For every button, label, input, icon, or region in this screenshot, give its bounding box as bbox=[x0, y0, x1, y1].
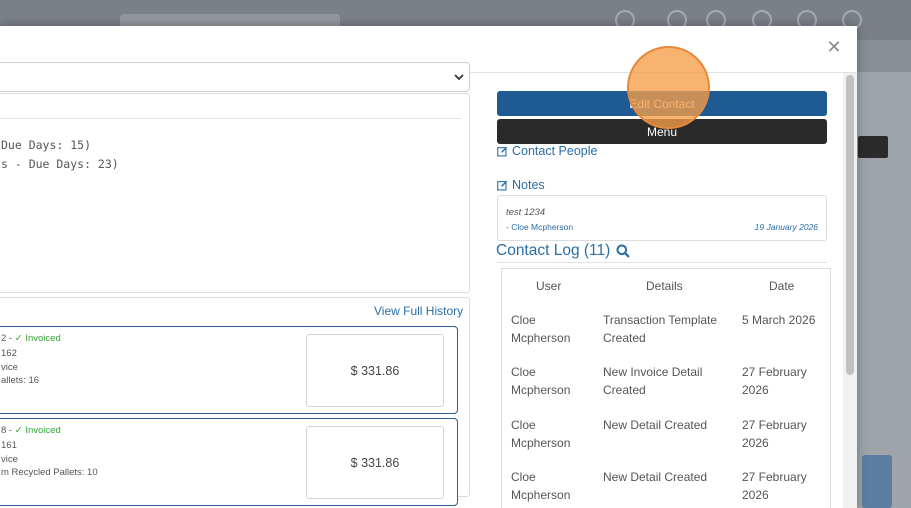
divider bbox=[0, 118, 461, 119]
log-details: New Invoice Detail Created bbox=[603, 365, 703, 397]
invoice-number: 8 - bbox=[1, 425, 15, 436]
invoice-status: 8 - ✓ Invoiced bbox=[1, 425, 61, 436]
menu-button[interactable]: Menu bbox=[497, 119, 827, 144]
term-line: s - Due Days: 23) bbox=[1, 157, 119, 171]
log-user: Cloe Mcpherson bbox=[511, 313, 571, 345]
check-icon: ✓ bbox=[14, 425, 26, 436]
contact-modal: ✕ Due Days: 15) s - Due Days: 23) View F… bbox=[0, 26, 857, 508]
view-full-history-link[interactable]: View Full History bbox=[374, 304, 463, 318]
note-card: test 1234 - Cloe Mcpherson 19 January 20… bbox=[497, 195, 827, 241]
log-user: Cloe Mcpherson bbox=[511, 418, 571, 450]
log-date: 27 February 2026 bbox=[742, 365, 807, 397]
log-date: 27 February 2026 bbox=[742, 418, 807, 450]
log-date: 5 March 2026 bbox=[742, 313, 816, 327]
chevron-down-icon bbox=[454, 74, 464, 81]
terms-panel: Due Days: 15) s - Due Days: 23) bbox=[0, 93, 470, 293]
check-icon: ✓ bbox=[14, 333, 26, 344]
invoice-line: 161 bbox=[1, 440, 17, 451]
background-button bbox=[858, 136, 888, 158]
log-details: New Detail Created bbox=[603, 470, 708, 484]
log-date: 27 February 2026 bbox=[742, 470, 807, 502]
invoiced-badge: Invoiced bbox=[25, 425, 61, 436]
log-details: New Detail Created bbox=[603, 418, 708, 432]
invoiced-badge: Invoiced bbox=[25, 333, 61, 344]
notes-label: Notes bbox=[512, 178, 545, 192]
contact-log-title: Contact Log (11) bbox=[496, 242, 631, 260]
contact-people-label: Contact People bbox=[512, 144, 598, 158]
log-user: Cloe Mcpherson bbox=[511, 365, 571, 397]
edit-icon bbox=[497, 180, 508, 190]
column-header-details: Details bbox=[646, 279, 683, 293]
contact-log-table: User Details Date Cloe Mcpherson Transac… bbox=[501, 268, 831, 508]
invoice-number: 2 - bbox=[1, 333, 15, 344]
notes-link[interactable]: Notes bbox=[497, 178, 545, 192]
term-line: Due Days: 15) bbox=[1, 138, 92, 152]
close-icon[interactable]: ✕ bbox=[826, 38, 842, 56]
invoice-line: 162 bbox=[1, 348, 17, 359]
invoice-line: vice bbox=[1, 454, 18, 465]
column-header-user: User bbox=[536, 279, 562, 293]
note-date: 19 January 2026 bbox=[754, 222, 818, 232]
log-details: Transaction Template Created bbox=[603, 313, 718, 345]
divider bbox=[497, 262, 827, 263]
contact-people-link[interactable]: Contact People bbox=[497, 144, 597, 158]
note-author: - Cloe Mcpherson bbox=[506, 222, 574, 232]
background-panel bbox=[862, 455, 892, 508]
log-user: Cloe Mcpherson bbox=[511, 470, 571, 502]
contact-log-label: Contact Log (11) bbox=[496, 242, 611, 259]
invoice-card[interactable]: 8 - ✓ Invoiced 161 vice m Recycled Palle… bbox=[0, 418, 458, 506]
note-text: test 1234 bbox=[506, 207, 546, 218]
invoice-amount: $ 331.86 bbox=[306, 426, 444, 499]
invoice-line: vice bbox=[1, 362, 18, 373]
search-icon[interactable] bbox=[616, 244, 631, 258]
scrollbar-thumb[interactable] bbox=[846, 75, 854, 375]
invoice-card[interactable]: 2 - ✓ Invoiced 162 vice allets: 16 $ 331… bbox=[0, 326, 458, 414]
contact-select[interactable] bbox=[0, 62, 470, 92]
edit-icon bbox=[497, 146, 508, 156]
invoice-line: allets: 16 bbox=[1, 375, 40, 386]
invoice-line: m Recycled Pallets: 10 bbox=[1, 467, 98, 478]
column-header-date: Date bbox=[769, 279, 795, 293]
edit-contact-button[interactable]: Edit Contact bbox=[497, 91, 827, 116]
invoice-status: 2 - ✓ Invoiced bbox=[1, 333, 61, 344]
invoice-amount: $ 331.86 bbox=[306, 334, 444, 407]
